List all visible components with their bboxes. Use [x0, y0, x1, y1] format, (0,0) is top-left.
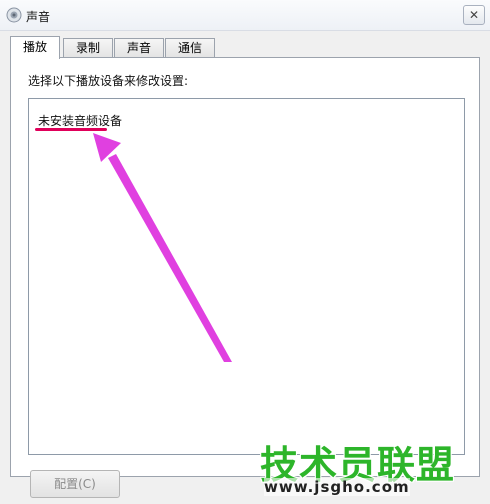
tab-sounds[interactable]: 声音 — [114, 38, 164, 58]
device-list[interactable]: 未安装音频设备 — [28, 98, 465, 455]
playback-panel: 选择以下播放设备来修改设置: 未安装音频设备 — [10, 57, 480, 477]
tab-playback[interactable]: 播放 — [10, 36, 60, 59]
tab-strip: 播放 录制 声音 通信 — [10, 36, 480, 59]
tab-communications[interactable]: 通信 — [165, 38, 215, 58]
configure-button[interactable]: 配置(C) — [30, 470, 120, 498]
speaker-icon — [6, 7, 22, 23]
title-bar: 声音 ✕ — [0, 0, 490, 31]
watermark: 技术员联盟 www.jsgho.com — [254, 434, 490, 504]
tab-recording[interactable]: 录制 — [63, 38, 113, 58]
watermark-url: www.jsgho.com — [264, 478, 410, 496]
instruction-label: 选择以下播放设备来修改设置: — [28, 74, 189, 88]
window-title: 声音 — [26, 10, 51, 24]
annotation-underline — [35, 128, 107, 131]
close-button[interactable]: ✕ — [463, 5, 485, 25]
no-device-message: 未安装音频设备 — [38, 114, 123, 128]
